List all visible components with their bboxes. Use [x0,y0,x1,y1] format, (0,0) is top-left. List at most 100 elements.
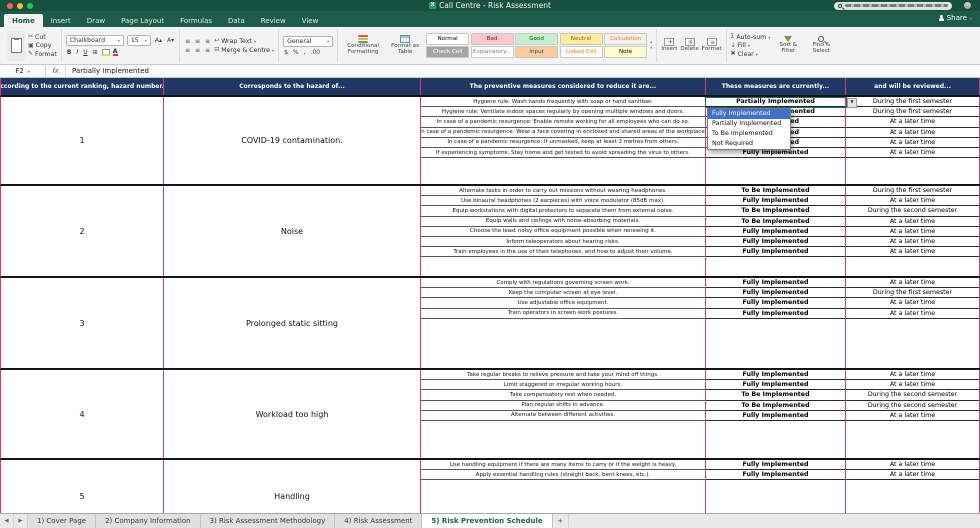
review-cell[interactable]: At a later time [846,217,979,227]
copy-button[interactable]: ▣ Copy [28,42,57,49]
status-cell[interactable]: Fully Implemented [706,380,845,391]
status-cell[interactable]: Fully Implemented [706,196,845,207]
hazard-number-cell[interactable]: 5 [1,460,164,513]
status-cell[interactable]: Fully Implemented [706,298,845,309]
review-cell[interactable]: During the second semester [846,401,979,411]
status-cell[interactable]: To Be Implemented [706,206,845,217]
review-cell[interactable]: At a later time [846,278,979,289]
comma-format-button[interactable]: , [303,49,307,56]
number-format-select[interactable]: General ▾ [283,35,334,47]
style-chip[interactable]: Good [515,32,559,45]
measure-cell[interactable]: Train operators in screen work postures. [421,309,705,319]
italic-button[interactable]: I [75,49,79,56]
measure-cell[interactable]: If experiencing symptoms: Stay home and … [421,148,705,159]
fill-color-button[interactable] [101,48,110,56]
sheet-tab[interactable]: 4) Risk Assessment [335,514,423,528]
status-cell[interactable]: Fully Implemented [706,288,845,299]
hazard-name-cell[interactable]: Noise [164,186,421,276]
review-cell[interactable]: During the first semester [846,186,979,197]
measure-cell[interactable]: In case of a pandemic resurgence: Enable… [421,117,705,128]
align-left-icon[interactable]: ≡ [184,47,191,54]
ribbon-tab-page-layout[interactable]: Page Layout [113,14,172,27]
status-cell[interactable]: To Be Implemented [706,390,845,401]
autosum-button[interactable]: Σ Auto-sum ▾ [731,34,771,41]
share-button[interactable]: Share ▾ [938,14,972,22]
insert-cells-button[interactable]: Insert [661,38,677,53]
review-cell[interactable]: At a later time [846,470,979,481]
find-select-button[interactable]: Find & Select [806,36,836,55]
sheet-tab[interactable]: 5) Risk Prevention Schedule [422,514,553,528]
status-cell[interactable]: Fully Implemented [706,309,845,319]
hazard-name-cell[interactable]: Workload too high [164,370,421,458]
ribbon-tab-home[interactable]: Home [4,14,43,27]
hazard-number-cell[interactable]: 2 [1,186,164,276]
fx-icon[interactable]: fx [46,65,66,77]
decimals-button[interactable]: .00 [310,49,322,56]
measure-cell[interactable]: Take compensatory rest when needed. [421,390,705,401]
measure-cell[interactable]: Hygiene rule: Wash hands frequently with… [421,97,705,108]
style-chip[interactable]: Normal [426,32,470,45]
hazard-name-cell[interactable]: COVID-19 contamination. [164,97,421,184]
measure-cell[interactable]: Keep the computer screen at eye level. [421,288,705,299]
ribbon-tab-formulas[interactable]: Formulas [172,14,220,27]
ribbon-tab-draw[interactable]: Draw [79,14,113,27]
delete-cells-button[interactable]: Delete [680,38,699,53]
align-top-icon[interactable]: ≡ [184,38,191,45]
fill-button[interactable]: ↓ Fill ▾ [731,42,771,49]
increase-font-button[interactable]: A▴ [154,37,163,44]
sheet-tab[interactable]: 1) Cover Page [28,514,97,528]
status-cell[interactable]: To Be Implemented [706,186,845,197]
ribbon-tab-view[interactable]: View [294,14,327,27]
review-cell[interactable]: At a later time [846,380,979,391]
status-cell[interactable]: Fully Implemented [706,247,845,258]
measure-cell[interactable]: Alternate between different activities. [421,411,705,421]
font-color-button[interactable]: A [112,48,118,57]
align-middle-icon[interactable]: ≡ [194,38,201,45]
format-cells-button[interactable]: Format [702,38,722,53]
conditional-formatting-button[interactable]: Conditional Formatting [342,35,384,56]
review-cell[interactable]: At a later time [846,117,979,128]
hazard-number-cell[interactable]: 4 [1,370,164,458]
measure-cell[interactable]: Inform teleoperators about hearing risks… [421,237,705,248]
review-cell[interactable]: During the first semester [846,107,979,118]
measure-cell[interactable]: In case of a pandemic resurgence: Wear a… [421,128,705,138]
align-right-icon[interactable]: ≡ [204,47,211,54]
measure-cell[interactable]: Train employees in the use of their tele… [421,247,705,258]
paste-button[interactable] [7,30,25,61]
format-as-table-button[interactable]: Format as Table [387,35,423,56]
style-chip[interactable]: Calculation [604,32,648,45]
ribbon-tab-insert[interactable]: Insert [43,14,79,27]
ribbon-tab-review[interactable]: Review [253,14,294,27]
status-cell[interactable]: Fully Implemented [706,411,845,421]
measure-cell[interactable]: Plan regular shifts in advance. [421,401,705,411]
dropdown-option[interactable]: Not Required [708,139,790,149]
sheet-nav-left-icon[interactable]: ◀ [0,514,14,528]
style-chip[interactable]: Bad [470,32,514,45]
review-cell[interactable]: During the second semester [846,206,979,217]
style-chip[interactable]: Neutral [559,32,603,45]
style-chip[interactable]: Check Cell [426,46,470,59]
style-chip[interactable]: Linked Cell [559,46,603,59]
ribbon-tab-data[interactable]: Data [220,14,253,27]
status-cell[interactable]: Fully Implemented [706,460,845,471]
review-cell[interactable]: At a later time [846,247,979,258]
measure-cell[interactable]: Take regular breaks to relieve pressure … [421,370,705,381]
clear-button[interactable]: ✖ Clear ▾ [731,51,771,58]
font-name-select[interactable]: Chalkboard ▾ [65,34,124,46]
bold-button[interactable]: B [66,49,73,56]
style-chip[interactable]: Input [515,46,559,59]
formula-input[interactable]: Partially Implemented [66,67,149,75]
review-cell[interactable]: At a later time [846,128,979,138]
percent-format-button[interactable]: % [292,49,300,56]
format-painter-button[interactable]: ✎ Format [28,51,57,58]
merge-center-button[interactable]: ⊟ Merge & Centre ▾ [214,47,274,54]
validation-dropdown-button[interactable]: ▼ [847,97,857,108]
decrease-font-button[interactable]: A▾ [166,37,175,44]
review-cell[interactable]: During the second semester [846,390,979,401]
measure-cell[interactable]: Apply essential handling rules (straight… [421,470,705,481]
status-cell[interactable]: To Be Implemented [706,217,845,227]
measure-cell[interactable]: Alternate tasks in order to carry out mi… [421,186,705,197]
measure-cell[interactable]: Use binaural headphones (2 earpieces) wi… [421,196,705,207]
review-cell[interactable]: At a later time [846,370,979,381]
underline-button[interactable]: U [82,49,88,56]
